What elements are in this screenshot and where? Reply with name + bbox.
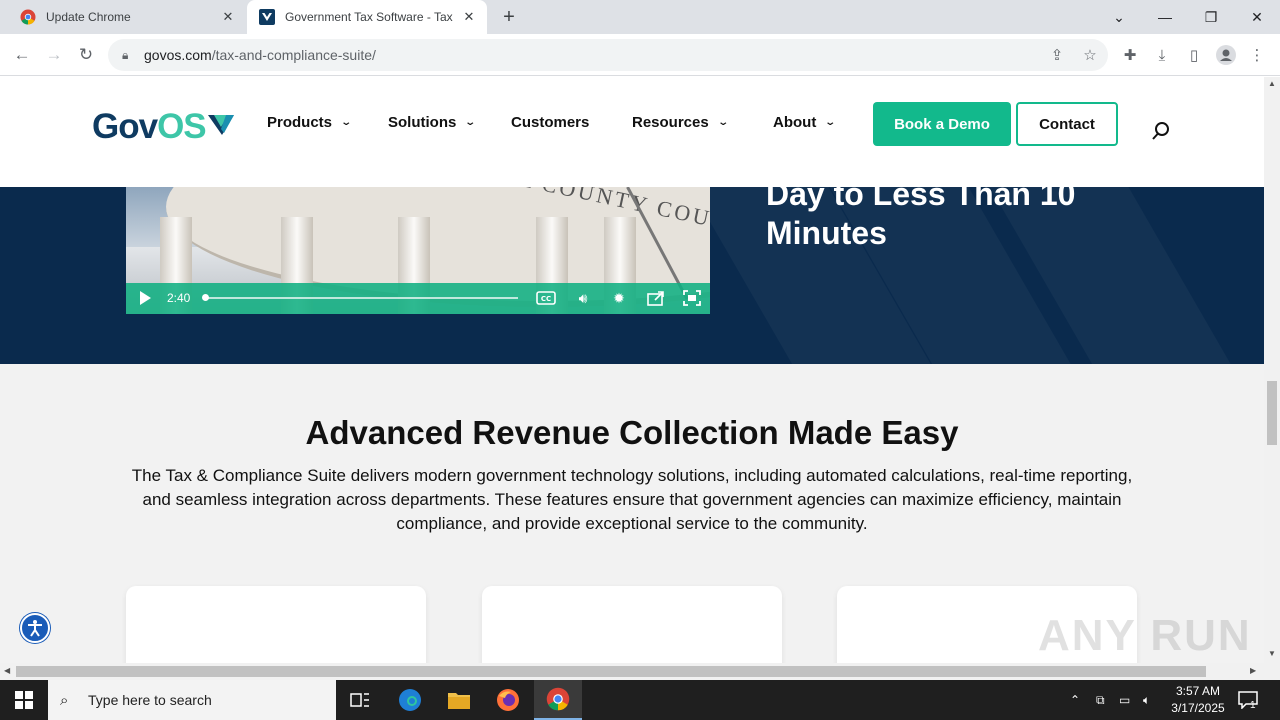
play-icon[interactable]: [140, 291, 151, 305]
taskbar-clock[interactable]: 3:57 AM 3/17/2025: [1160, 683, 1236, 717]
download-icon[interactable]: ⤓: [1149, 42, 1175, 68]
nav-resources[interactable]: Resources ⌄: [632, 114, 729, 131]
taskbar-search-box[interactable]: ⌕ Type here to search: [48, 680, 336, 720]
nav-label: About: [773, 114, 817, 131]
tab-update-chrome[interactable]: Update Chrome ✕: [8, 0, 246, 34]
hero-heading: Day to Less Than 10 Minutes: [766, 187, 1186, 253]
anyrun-watermark: ANY RUN: [1038, 611, 1252, 660]
tab-search-chevron-icon[interactable]: ⌄: [1096, 0, 1142, 34]
chevron-down-icon: ⌄: [824, 117, 837, 128]
windows-taskbar: ⌕ Type here to search ⌃ ⧉ ▭ 🔈︎ 3:57 AM 3…: [0, 680, 1280, 720]
share-icon[interactable]: ⇪: [1046, 44, 1068, 66]
page-viewport: Gov OS Products ⌄ Solutions ⌄ Customers Res…: [0, 77, 1264, 663]
logo-gov-text: Gov: [92, 107, 158, 146]
chrome-icon: [20, 9, 36, 25]
accessibility-icon[interactable]: [20, 613, 50, 643]
chrome-taskbar-icon[interactable]: [534, 680, 582, 720]
tab-title: Government Tax Software - Tax &: [285, 10, 455, 24]
notifications-icon[interactable]: 1: [1238, 680, 1262, 720]
video-progress-track[interactable]: [204, 297, 518, 299]
windows-start-icon[interactable]: [0, 680, 48, 720]
book-demo-button[interactable]: Book a Demo: [873, 102, 1011, 146]
extensions-icon[interactable]: ✚: [1117, 42, 1143, 68]
address-bar[interactable]: 🔒︎ govos.com/tax-and-compliance-suite/: [108, 39, 1108, 71]
site-header: Gov OS Products ⌄ Solutions ⌄ Customers Res…: [0, 77, 1264, 187]
closed-captions-icon[interactable]: CC: [534, 287, 558, 309]
tray-chevron-icon[interactable]: ⌃: [1070, 680, 1080, 720]
vertical-scrollbar[interactable]: ▲ ▼: [1264, 77, 1280, 663]
chevron-down-icon: ⌄: [717, 117, 729, 128]
hero-heading-line: Minutes: [766, 215, 887, 251]
tab-govos[interactable]: Government Tax Software - Tax & ✕: [247, 0, 487, 34]
back-icon[interactable]: ←: [9, 42, 35, 68]
bookmark-star-icon[interactable]: ☆: [1079, 44, 1101, 66]
clock-date: 3/17/2025: [1171, 701, 1225, 715]
video-controls: 2:40 CC 🔊︎ ✹: [126, 283, 710, 314]
firefox-icon[interactable]: [484, 680, 532, 720]
task-view-icon[interactable]: [336, 680, 384, 720]
tab-title: Update Chrome: [46, 10, 131, 24]
govos-favicon-icon: [259, 9, 275, 25]
nav-customers[interactable]: Customers: [511, 114, 589, 131]
nav-label: Resources: [632, 114, 709, 131]
hero-section: ALOOSA COUNTY COURTHOUSE 2:40 CC 🔊︎ ✹: [0, 187, 1264, 364]
logo-check-mark-icon: [207, 111, 234, 147]
search-icon[interactable]: [1150, 120, 1172, 142]
nav-solutions[interactable]: Solutions ⌄: [388, 114, 477, 131]
vertical-scroll-thumb[interactable]: [1267, 381, 1277, 445]
hero-heading-line: Day to Less Than 10: [766, 187, 1076, 212]
govos-logo[interactable]: Gov OS: [92, 107, 234, 147]
side-panel-icon[interactable]: ▯: [1181, 42, 1207, 68]
share-video-icon[interactable]: [644, 287, 668, 309]
nav-about[interactable]: About ⌄: [773, 114, 837, 131]
taskbar-search-placeholder: Type here to search: [88, 692, 212, 708]
edge-icon[interactable]: [386, 680, 434, 720]
volume-tray-icon[interactable]: 🔈︎: [1143, 680, 1150, 720]
fullscreen-icon[interactable]: [680, 287, 704, 309]
feature-card: [126, 586, 426, 663]
restore-icon[interactable]: ❐: [1188, 0, 1234, 34]
svg-text:CC: CC: [541, 295, 551, 303]
chevron-down-icon: ⌄: [464, 117, 477, 128]
profile-avatar-icon[interactable]: [1213, 42, 1239, 68]
browser-toolbar: ← → ↻ 🔒︎ govos.com/tax-and-compliance-su…: [0, 34, 1280, 76]
url-domain: govos.com: [144, 47, 212, 63]
tab-close-icon[interactable]: ✕: [220, 9, 236, 25]
forward-icon[interactable]: →: [41, 42, 67, 68]
new-tab-icon[interactable]: +: [498, 6, 520, 28]
clock-time: 3:57 AM: [1175, 684, 1221, 698]
video-player[interactable]: ALOOSA COUNTY COURTHOUSE 2:40 CC 🔊︎ ✹: [126, 187, 710, 314]
video-progress-handle[interactable]: [202, 294, 209, 301]
section-description: The Tax & Compliance Suite delivers mode…: [131, 466, 1133, 533]
network-tray-icon[interactable]: ⧉: [1096, 680, 1105, 720]
logo-os-text: OS: [157, 107, 207, 146]
section-title: Advanced Revenue Collection Made Easy: [305, 414, 959, 451]
chrome-menu-icon[interactable]: ⋮: [1244, 42, 1270, 68]
url-path: /tax-and-compliance-suite/: [211, 47, 376, 63]
chevron-down-icon: ⌄: [340, 117, 353, 128]
lock-icon: 🔒︎: [122, 47, 129, 62]
horizontal-scroll-thumb[interactable]: [16, 666, 1206, 677]
window-close-icon[interactable]: ✕: [1234, 0, 1280, 34]
settings-gear-icon[interactable]: ✹: [607, 287, 631, 309]
display-tray-icon[interactable]: ▭: [1119, 680, 1130, 720]
browser-tabstrip: Update Chrome ✕ Government Tax Software …: [0, 0, 1280, 34]
search-icon: ⌕: [60, 691, 69, 709]
minimize-icon[interactable]: —: [1142, 0, 1188, 34]
nav-label: Customers: [511, 114, 590, 131]
contact-button[interactable]: Contact: [1016, 102, 1118, 146]
volume-icon[interactable]: 🔊︎: [571, 287, 595, 309]
nav-label: Solutions: [388, 114, 457, 131]
feature-card: [482, 586, 782, 663]
horizontal-scrollbar[interactable]: ◀ ▶: [0, 663, 1280, 680]
nav-label: Products: [267, 114, 333, 131]
notification-count: 1: [1250, 700, 1256, 711]
video-time: 2:40: [167, 291, 191, 305]
nav-products[interactable]: Products ⌄: [267, 114, 353, 131]
reload-icon[interactable]: ↻: [73, 42, 99, 68]
file-explorer-icon[interactable]: [435, 680, 483, 720]
tab-close-icon[interactable]: ✕: [461, 9, 477, 25]
